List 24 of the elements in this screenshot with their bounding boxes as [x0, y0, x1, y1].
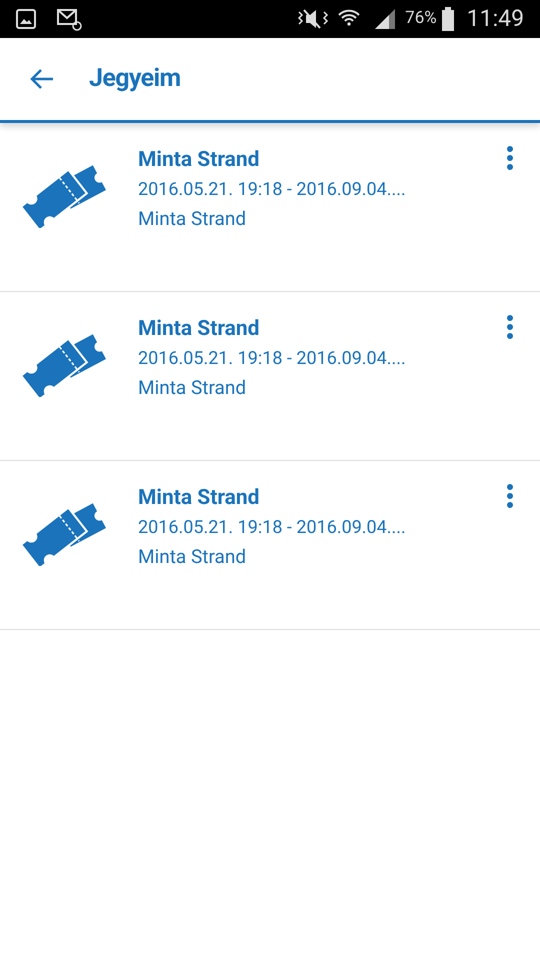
- battery-percent: 76%: [405, 7, 437, 30]
- ticket-title: Minta Strand: [138, 316, 260, 343]
- ticket-title: Minta Strand: [138, 485, 260, 512]
- battery-icon: [440, 7, 455, 31]
- ticket-dates: 2016.05.21. 19:18 - 2016.09.04....: [138, 347, 407, 371]
- mail-icon: [56, 7, 82, 31]
- more-vertical-icon: [506, 314, 514, 340]
- ticket-title: Minta Strand: [138, 147, 260, 174]
- ticket-row[interactable]: Minta Strand 2016.05.21. 19:18 - 2016.09.04.... Minta Strand: [0, 123, 540, 292]
- ticket-row[interactable]: Minta Strand 2016.05.21. 19:18 - 2016.09.04.... Minta Strand: [0, 292, 540, 461]
- more-vertical-icon: [506, 145, 514, 171]
- ticket-place: Minta Strand: [138, 375, 248, 401]
- page-title: Jegyeim: [89, 63, 181, 96]
- ticket-place: Minta Strand: [138, 544, 248, 570]
- ticket-row[interactable]: Minta Strand 2016.05.21. 19:18 - 2016.09.04.... Minta Strand: [0, 461, 540, 630]
- clock: 11:49: [466, 4, 524, 34]
- more-vertical-icon: [506, 483, 514, 509]
- ticket-dates: 2016.05.21. 19:18 - 2016.09.04....: [138, 516, 407, 540]
- ticket-place: Minta Strand: [138, 206, 248, 232]
- back-arrow-icon: [29, 67, 55, 91]
- mute-icon: [295, 7, 330, 31]
- image-icon: [16, 9, 36, 29]
- signal-icon: [373, 8, 398, 30]
- ticket-dates: 2016.05.21. 19:18 - 2016.09.04....: [138, 178, 407, 202]
